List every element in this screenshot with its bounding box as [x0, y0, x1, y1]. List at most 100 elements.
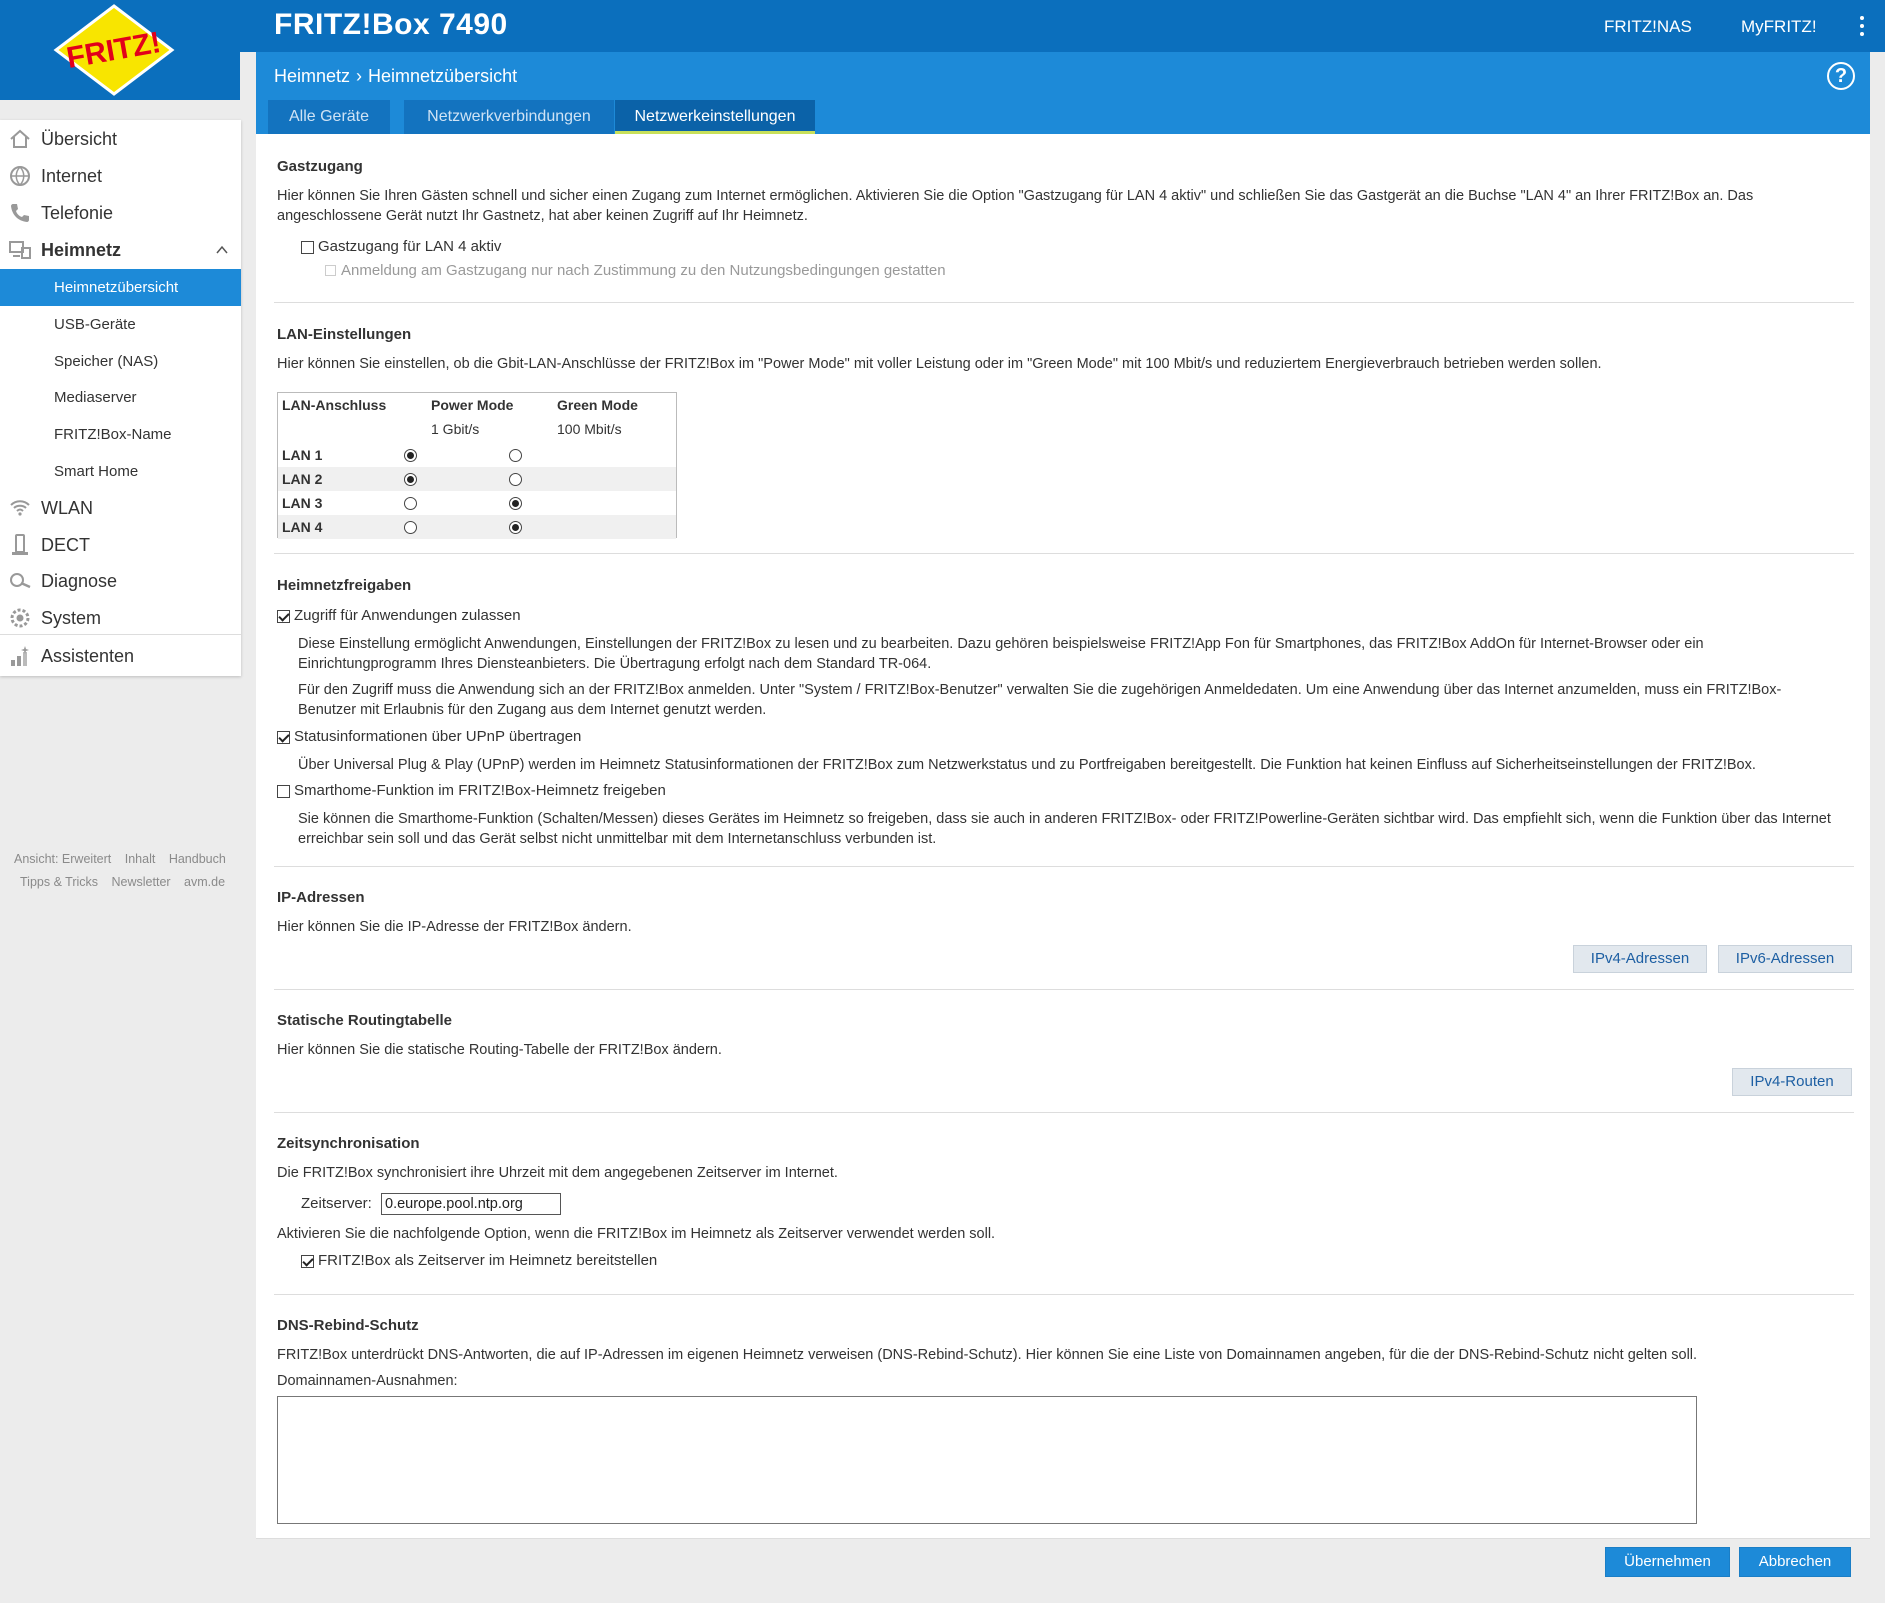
fritz-logo[interactable]: FRITZ! — [0, 0, 240, 100]
sidebar-subitem-label: FRITZ!Box-Name — [54, 426, 172, 443]
nutzungsbedingungen-checkbox[interactable] — [325, 265, 336, 276]
dns-description: FRITZ!Box unterdrückt DNS-Antworten, die… — [277, 1347, 1698, 1363]
lan-col-header: LAN-Anschluss — [282, 397, 387, 413]
domainnamen-textarea[interactable] — [277, 1396, 1697, 1524]
section-title-gastzugang: Gastzugang — [277, 158, 363, 175]
footer-link-handbuch[interactable]: Handbuch — [169, 852, 226, 866]
sidebar-item-diagnose[interactable]: Diagnose — [0, 563, 241, 600]
more-menu-icon[interactable] — [1859, 16, 1865, 38]
sidebar: Übersicht Internet Telefonie Heimnetz He… — [0, 120, 241, 676]
zeit-description-2: Aktivieren Sie die nachfolgende Option, … — [277, 1226, 996, 1242]
cancel-button[interactable]: Abbrechen — [1739, 1547, 1851, 1577]
lan-row: LAN 4 — [278, 515, 676, 539]
green-mode-speed: 100 Mbit/s — [557, 421, 622, 437]
sidebar-item-wlan[interactable]: WLAN — [0, 490, 241, 527]
sidebar-item-label: Diagnose — [41, 571, 118, 591]
power-mode-radio[interactable] — [404, 473, 417, 486]
tab-netzwerkverbindungen[interactable]: Netzwerkverbindungen — [404, 100, 614, 134]
lan-row: LAN 3 — [278, 491, 676, 515]
wifi-icon — [10, 500, 30, 516]
smarthome-checkbox[interactable] — [277, 785, 290, 798]
sidebar-item-system[interactable]: System — [0, 600, 241, 637]
footer-link-newsletter[interactable]: Newsletter — [112, 875, 171, 889]
anwendungen-checkbox[interactable] — [277, 610, 290, 623]
sidebar-subitem-label: Smart Home — [54, 463, 139, 480]
globe-icon — [10, 166, 30, 187]
sidebar-subitem-mediaserver[interactable]: Mediaserver — [0, 379, 241, 416]
power-mode-radio[interactable] — [404, 497, 417, 510]
section-title-heimnetzfreigaben: Heimnetzfreigaben — [277, 577, 412, 594]
sidebar-item-label: Heimnetz — [41, 240, 122, 260]
gear-icon — [10, 608, 30, 628]
section-title-ip: IP-Adressen — [277, 889, 365, 906]
help-icon[interactable]: ? — [1827, 62, 1855, 90]
sidebar-item-uebersicht[interactable]: Übersicht — [0, 121, 241, 158]
sidebar-subitem-fritzbox-name[interactable]: FRITZ!Box-Name — [0, 416, 241, 453]
sidebar-item-assistenten[interactable]: Assistenten — [0, 638, 241, 675]
wizard-icon — [11, 646, 29, 666]
home-icon — [10, 129, 30, 148]
green-mode-radio[interactable] — [509, 449, 522, 462]
lan-port-label: LAN 4 — [282, 519, 323, 535]
sidebar-subitem-label: Heimnetzübersicht — [54, 279, 179, 296]
chevron-right-icon: › — [356, 66, 363, 86]
product-title: FRITZ!Box 7490 — [274, 8, 508, 41]
section-divider — [274, 989, 1854, 990]
section-divider — [274, 1294, 1854, 1295]
main-content: Gastzugang Hier können Sie Ihren Gästen … — [256, 134, 1870, 1539]
ip-description: Hier können Sie die IP-Adresse der FRITZ… — [277, 919, 632, 935]
gastzugang-checkbox-label: Gastzugang für LAN 4 aktiv — [318, 238, 502, 255]
zeit-description: Die FRITZ!Box synchronisiert ihre Uhrzei… — [277, 1165, 838, 1181]
anwendungen-description-1: Diese Einstellung ermöglicht Anwendungen… — [298, 636, 1704, 672]
network-icon — [9, 241, 31, 259]
sidebar-item-dect[interactable]: DECT — [0, 527, 241, 564]
section-title-zeit: Zeitsynchronisation — [277, 1135, 420, 1152]
power-mode-radio[interactable] — [404, 449, 417, 462]
green-mode-radio[interactable] — [509, 497, 522, 510]
dect-phone-icon — [12, 534, 28, 555]
sidebar-item-label: Übersicht — [41, 129, 118, 149]
gastzugang-checkbox[interactable] — [301, 241, 314, 254]
sidebar-item-label: System — [41, 608, 102, 628]
footer-link-avm[interactable]: avm.de — [184, 875, 225, 889]
power-mode-radio[interactable] — [404, 521, 417, 534]
sidebar-subitem-label: Mediaserver — [54, 389, 137, 406]
myfritz-link[interactable]: MyFRITZ! — [1741, 17, 1817, 37]
breadcrumb-parent[interactable]: Heimnetz — [274, 66, 350, 86]
footer-link-inhalt[interactable]: Inhalt — [125, 852, 156, 866]
sidebar-item-telefonie[interactable]: Telefonie — [0, 195, 241, 232]
ipv4-routes-button[interactable]: IPv4-Routen — [1732, 1068, 1852, 1096]
sidebar-item-internet[interactable]: Internet — [0, 158, 241, 195]
zeitserver-heimnetz-checkbox[interactable] — [301, 1255, 314, 1268]
tab-alle-geraete[interactable]: Alle Geräte — [268, 100, 390, 134]
top-bar: FRITZ!Box 7490 FRITZ!NAS MyFRITZ! — [0, 0, 1885, 52]
apply-button[interactable]: Übernehmen — [1605, 1547, 1730, 1577]
green-mode-radio[interactable] — [509, 473, 522, 486]
tab-netzwerkeinstellungen[interactable]: Netzwerkeinstellungen — [615, 100, 815, 134]
upnp-checkbox[interactable] — [277, 731, 290, 744]
ipv6-addresses-button[interactable]: IPv6-Adressen — [1718, 945, 1852, 973]
lan-mode-table: LAN-Anschluss Power Mode 1 Gbit/s Green … — [277, 392, 677, 539]
sidebar-item-label: Internet — [41, 166, 103, 186]
footer-links: Ansicht: Erweitert Inhalt Handbuch Tipps… — [14, 848, 244, 894]
sidebar-item-heimnetz[interactable]: Heimnetz — [0, 232, 241, 269]
chevron-up-icon[interactable] — [216, 244, 228, 256]
lan-row: LAN 2 — [278, 467, 676, 491]
sidebar-item-label: Assistenten — [41, 646, 135, 666]
sidebar-subitem-speicher-nas[interactable]: Speicher (NAS) — [0, 343, 241, 380]
zeitserver-input[interactable]: 0.europe.pool.ntp.org — [381, 1193, 561, 1215]
zeitserver-label: Zeitserver: — [301, 1195, 372, 1212]
sidebar-subitem-usb-geraete[interactable]: USB-Geräte — [0, 306, 241, 343]
sidebar-subitem-smart-home[interactable]: Smart Home — [0, 453, 241, 490]
fritz-nas-link[interactable]: FRITZ!NAS — [1604, 17, 1692, 37]
sidebar-subitem-heimnetzuebersicht[interactable]: Heimnetzübersicht — [0, 269, 241, 306]
lan-port-label: LAN 3 — [282, 495, 323, 511]
footer-link-tipps[interactable]: Tipps & Tricks — [20, 875, 98, 889]
section-divider — [274, 302, 1854, 303]
green-mode-radio[interactable] — [509, 521, 522, 534]
lan-port-label: LAN 1 — [282, 447, 323, 463]
fritz-logo-icon: FRITZ! — [53, 4, 175, 96]
footer-link-ansicht[interactable]: Ansicht: Erweitert — [14, 852, 111, 866]
ipv4-addresses-button[interactable]: IPv4-Adressen — [1573, 945, 1707, 973]
power-mode-header: Power Mode — [431, 397, 514, 413]
